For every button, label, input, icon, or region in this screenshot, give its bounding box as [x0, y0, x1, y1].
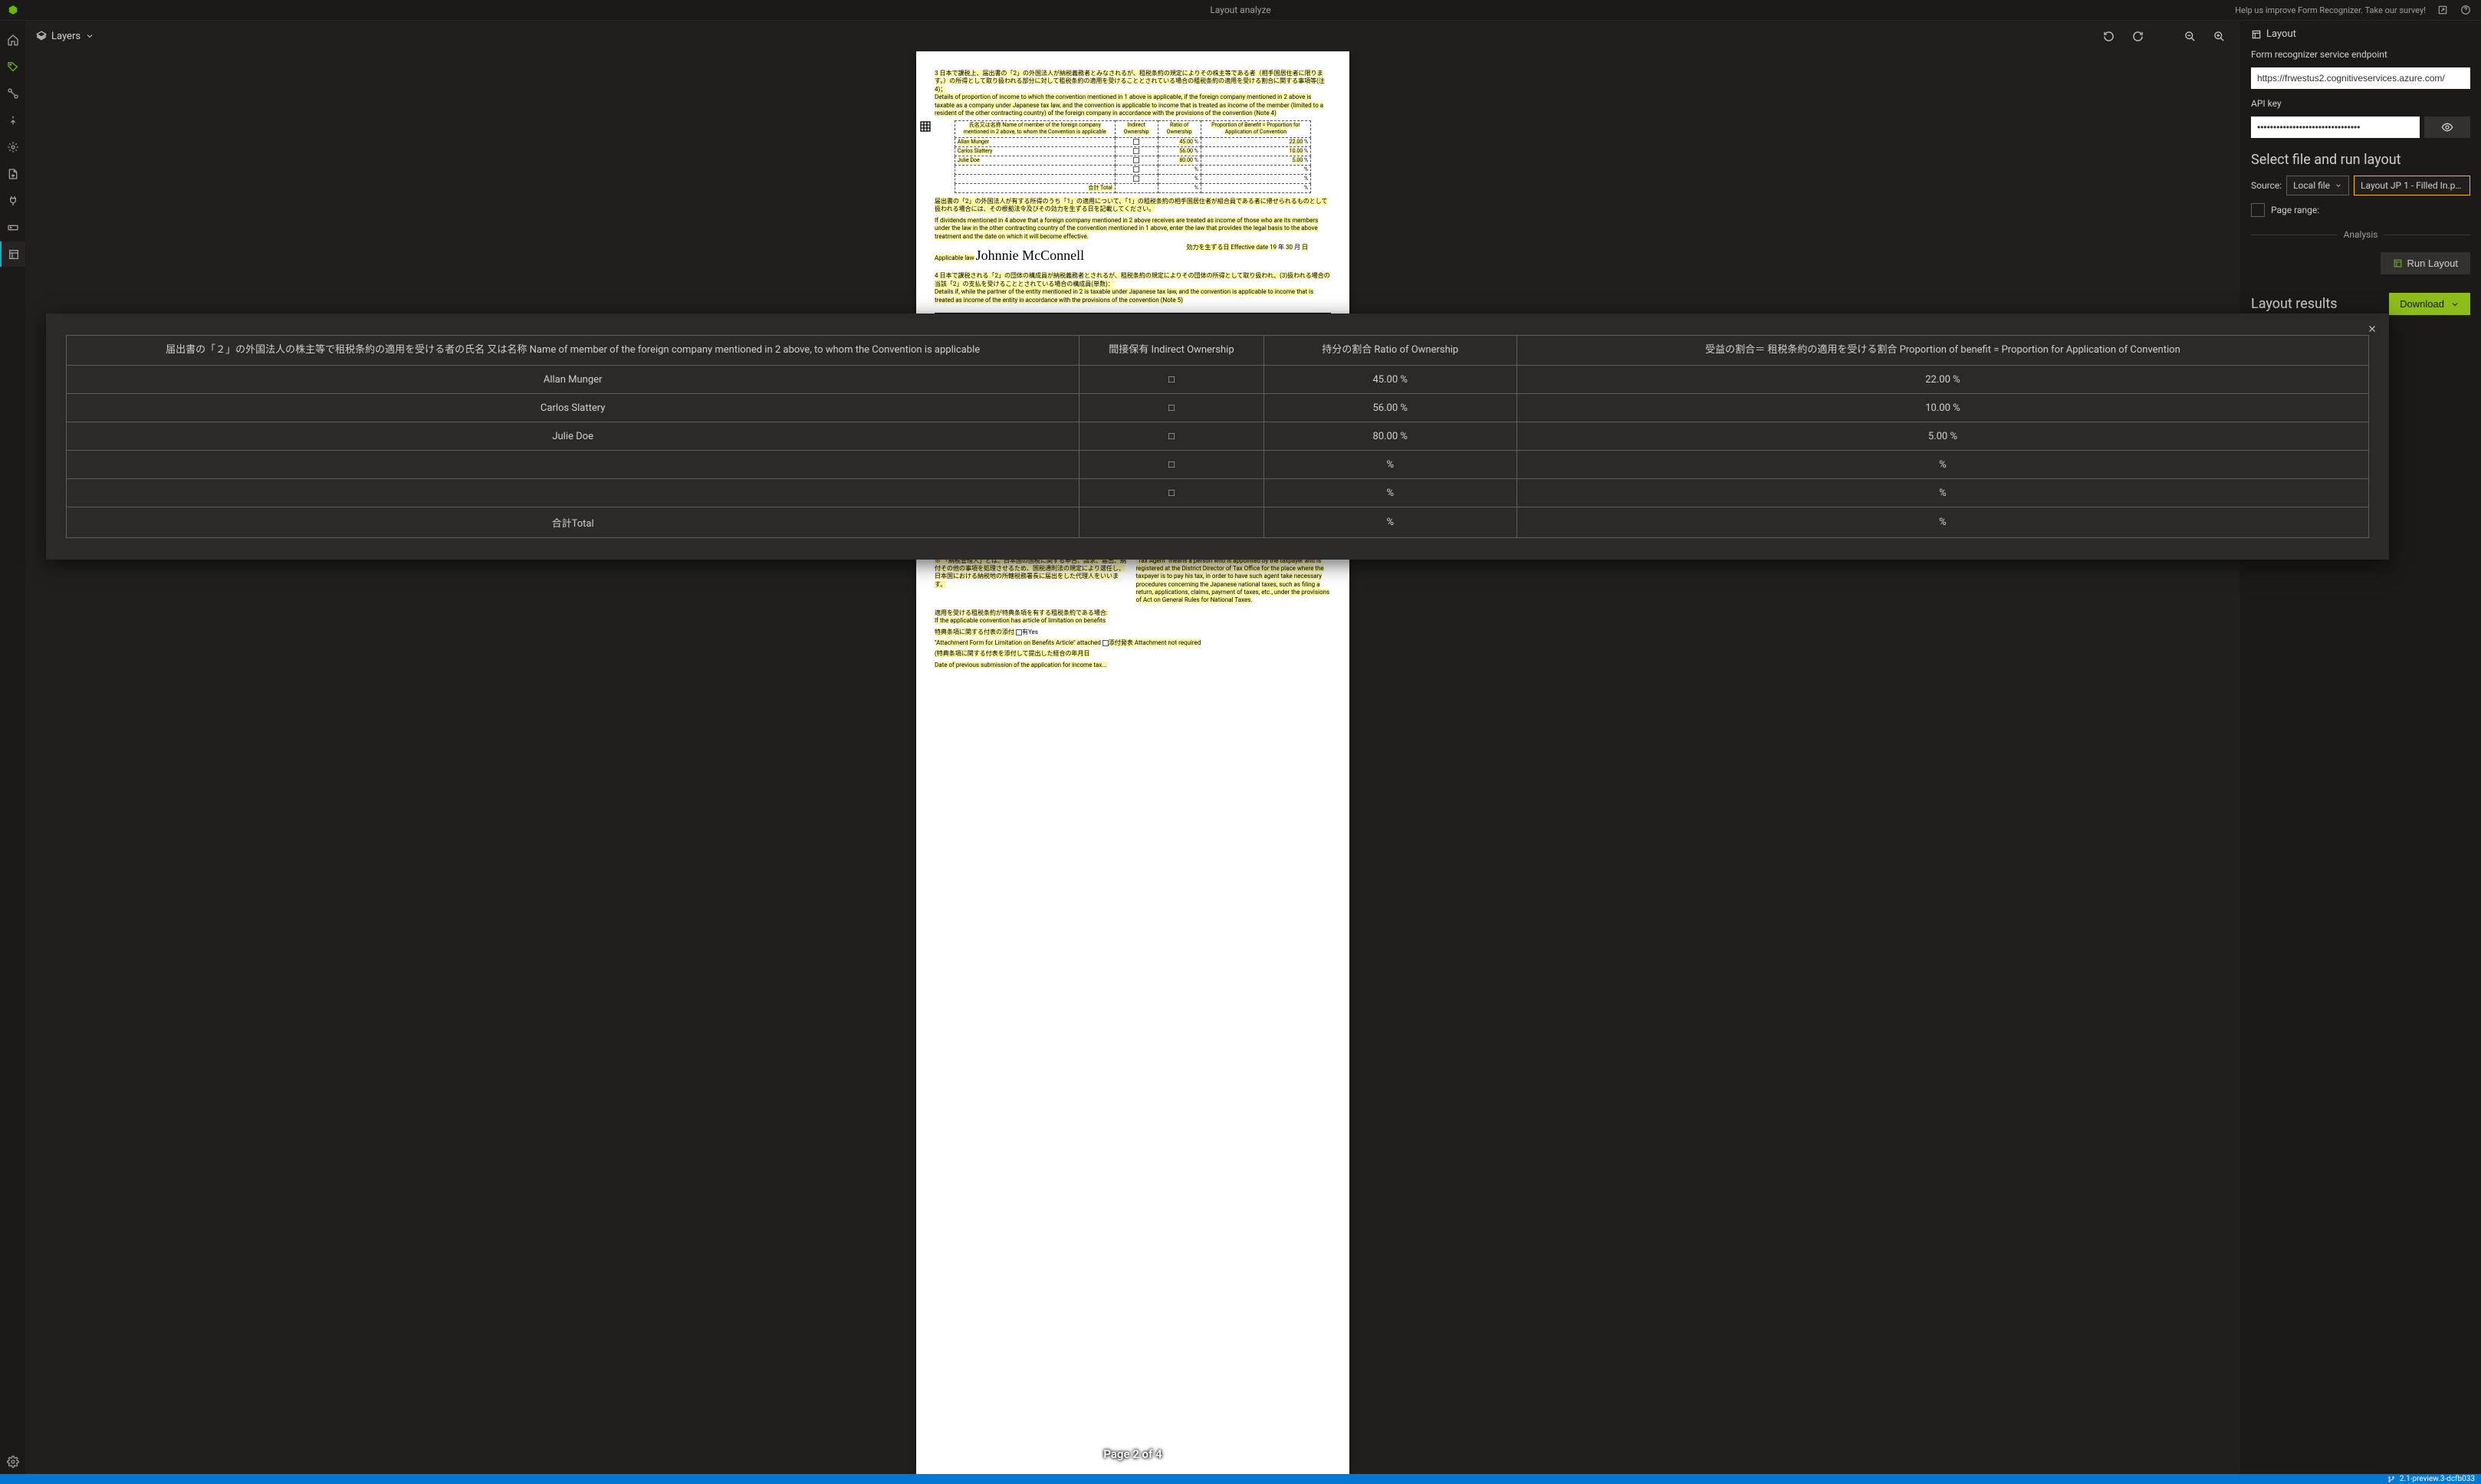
- chevron-down-icon: [2450, 300, 2460, 309]
- table-row: Julie Doe□80.00 %5.00 %: [67, 422, 2369, 451]
- nav-home-icon[interactable]: [0, 27, 25, 52]
- nav-tag-icon[interactable]: [0, 54, 25, 79]
- nav-connection-icon[interactable]: [0, 80, 25, 106]
- undo-icon[interactable]: [2098, 25, 2119, 47]
- panel-title: Layout: [2266, 28, 2296, 40]
- layers-label: Layers: [51, 31, 81, 42]
- zoom-out-icon[interactable]: [2179, 25, 2200, 47]
- file-select[interactable]: Layout JP 1 - Filled In.pdf: [2354, 176, 2470, 195]
- th-ratio: 持分の割合 Ratio of Ownership: [1264, 336, 1517, 366]
- chevron-down-icon: [85, 31, 94, 41]
- run-layout-button[interactable]: Run Layout: [2381, 252, 2471, 274]
- table-row: Allan Munger□45.00 %22.00 %: [67, 366, 2369, 394]
- page-indicator: Page 2 of 4: [1103, 1447, 1162, 1463]
- table-row: □%%: [67, 451, 2369, 479]
- document-page[interactable]: 3 日本で課税上、届出書の「2」の外国法人が納税義務者とみなされるが、租税条約の…: [916, 51, 1349, 1474]
- apikey-input[interactable]: [2251, 117, 2420, 138]
- results-label: Layout results: [2251, 296, 2338, 312]
- nav-textfield-icon[interactable]: [0, 215, 25, 240]
- source-select[interactable]: Local file: [2286, 176, 2349, 195]
- signature: Johnnie McConnell: [976, 247, 1085, 264]
- layers-icon: [36, 31, 47, 41]
- zoom-in-icon[interactable]: [2208, 25, 2230, 47]
- layout-panel-icon: [2251, 29, 2262, 40]
- redo-icon[interactable]: [2127, 25, 2148, 47]
- analysis-divider: Analysis: [2344, 229, 2378, 240]
- select-file-header: Select file and run layout: [2251, 152, 2470, 168]
- status-bar: 2.1-preview.3-dcfb033: [0, 1474, 2481, 1484]
- download-button[interactable]: Download: [2389, 293, 2470, 315]
- pagerange-checkbox[interactable]: [2251, 203, 2265, 217]
- right-panel: Layout Form recognizer service endpoint …: [2240, 21, 2481, 1474]
- source-label: Source:: [2251, 180, 2282, 191]
- eye-icon: [2441, 121, 2453, 133]
- settings-icon[interactable]: [0, 1449, 25, 1474]
- endpoint-input[interactable]: [2251, 67, 2470, 89]
- table-row: □%%: [67, 479, 2369, 507]
- external-link-icon[interactable]: [2437, 4, 2449, 16]
- table-indicator-icon[interactable]: [919, 120, 932, 133]
- layers-button[interactable]: Layers: [36, 31, 94, 42]
- doc-embedded-table: 氏名又は名称 Name of member of the foreign com…: [955, 120, 1311, 193]
- th-indirect: 間接保有 Indirect Ownership: [1079, 336, 1264, 366]
- doc-para-3-en: Details of proportion of income to which…: [935, 94, 1323, 117]
- toggle-visibility-button[interactable]: [2424, 117, 2470, 138]
- nav-layout-icon[interactable]: [0, 241, 25, 267]
- table-row: Carlos Slattery□56.00 %10.00 %: [67, 394, 2369, 422]
- help-icon[interactable]: [2460, 4, 2472, 16]
- doc-para-3: 3 日本で課税上、届出書の「2」の外国法人が納税義務者とみなされるが、租税条約の…: [935, 70, 1325, 93]
- nav-train-icon[interactable]: [0, 134, 25, 159]
- nav-doc-icon[interactable]: [0, 161, 25, 186]
- run-icon: [2393, 258, 2403, 268]
- th-name: 届出書の「２」の外国法人の株主等で租税条約の適用を受ける者の氏名 又は名称 Na…: [67, 336, 1079, 366]
- left-nav-rail: [0, 21, 25, 1474]
- branch-icon: [2387, 1476, 2395, 1483]
- close-icon[interactable]: [2364, 321, 2380, 337]
- nav-compose-icon[interactable]: [0, 107, 25, 133]
- version-label: 2.1-preview.3-dcfb033: [2400, 1475, 2475, 1483]
- nav-plug-icon[interactable]: [0, 188, 25, 213]
- app-title: Layout analyze: [1210, 5, 1270, 15]
- brand-logo: [0, 5, 25, 15]
- survey-link[interactable]: Help us improve Form Recognizer. Take ou…: [2235, 5, 2426, 15]
- chevron-down-icon: [2335, 182, 2342, 189]
- table-row: 合計Total%%: [67, 507, 2369, 538]
- extracted-table: 届出書の「２」の外国法人の株主等で租税条約の適用を受ける者の氏名 又は名称 Na…: [66, 335, 2369, 538]
- table-preview-modal: 届出書の「２」の外国法人の株主等で租税条約の適用を受ける者の氏名 又は名称 Na…: [46, 314, 2389, 560]
- endpoint-label: Form recognizer service endpoint: [2251, 49, 2470, 60]
- th-benefit: 受益の割合＝ 租税条約の適用を受ける割合 Proportion of benef…: [1517, 336, 2368, 366]
- apikey-label: API key: [2251, 98, 2470, 109]
- pagerange-label: Page range:: [2271, 205, 2319, 215]
